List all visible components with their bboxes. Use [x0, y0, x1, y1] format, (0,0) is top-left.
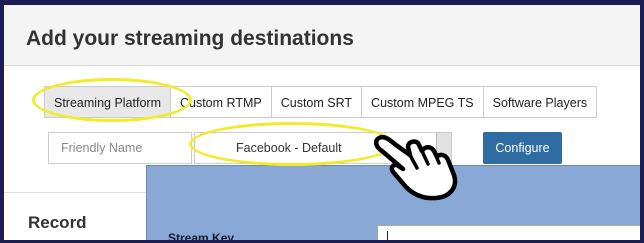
destination-tabs: Streaming Platform Custom RTMP Custom SR…	[44, 86, 598, 118]
page-title: Add your streaming destinations	[26, 27, 354, 50]
tab-software-players[interactable]: Software Players	[483, 86, 598, 118]
tab-custom-mpeg-ts[interactable]: Custom MPEG TS	[362, 86, 484, 118]
page-header: Add your streaming destinations	[4, 5, 640, 66]
tab-streaming-platform[interactable]: Streaming Platform	[44, 86, 171, 118]
stream-key-input[interactable]	[377, 225, 640, 240]
record-section-title: Record	[28, 213, 87, 232]
friendly-name-input[interactable]: Friendly Name	[48, 132, 192, 164]
text-caret	[387, 231, 388, 240]
tab-custom-srt[interactable]: Custom SRT	[271, 86, 363, 118]
configure-button[interactable]: Configure	[483, 132, 562, 164]
platform-select[interactable]: Facebook - Default	[194, 132, 452, 164]
dropdown-arrow-icon[interactable]	[436, 133, 451, 163]
app-frame: Add your streaming destinations Streamin…	[4, 5, 640, 240]
platform-select-value: Facebook - Default	[236, 141, 342, 155]
tab-custom-rtmp[interactable]: Custom RTMP	[170, 86, 272, 118]
stream-key-label: Stream Key	[168, 231, 235, 240]
